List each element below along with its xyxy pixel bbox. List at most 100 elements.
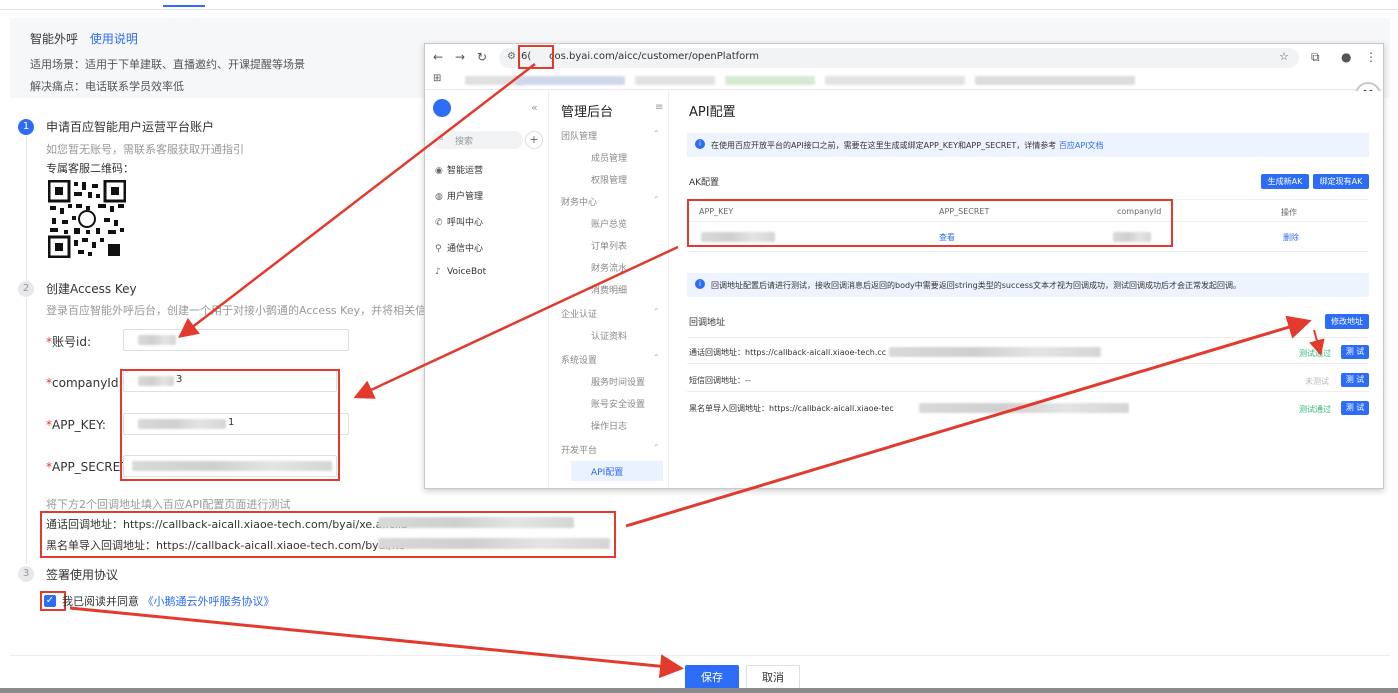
chat-icon: ◉ [435, 166, 443, 176]
sidebar-item-comm-center[interactable]: ⚲ 通信中心 [435, 241, 483, 254]
nav-group-certification[interactable]: 企业认证 [561, 307, 597, 320]
cb-row-sms: 短信回调地址：-- [689, 376, 751, 385]
delete-ak-link[interactable]: 删除 [1283, 232, 1299, 243]
back-icon[interactable]: ← [433, 50, 443, 64]
chevron-up-icon: ⌃ [653, 443, 660, 452]
menu-icon[interactable]: ≡ [655, 102, 663, 113]
callback-notice-banner: i 回调地址配置后请进行测试，接收回调消息后返回的body中需要返回string… [687, 273, 1369, 297]
chevron-up-icon: ⌃ [653, 129, 660, 138]
bind-ak-button[interactable]: 绑定现有AK [1313, 174, 1369, 189]
app-secret-label: *APP_SECRET: [46, 460, 131, 474]
step-1-hint: 如您暂无账号，需联系客服获取开通指引 [46, 143, 244, 156]
redacted-value [919, 403, 1129, 413]
cancel-button[interactable]: 取消 [746, 665, 800, 689]
reload-icon[interactable]: ↻ [477, 50, 487, 64]
address-bar[interactable]: ⚙ 6( cos.byai.com/aicc/customer/openPlat… [499, 48, 1299, 68]
notice-banner: i 在使用百应开放平台的API接口之前，需要在这里生成或绑定APP_KEY和AP… [687, 133, 1369, 157]
site-info-icon[interactable]: ⚙ [507, 51, 516, 62]
cb-status-call: 测试通过 [1299, 349, 1331, 358]
nav-group-dev[interactable]: 开发平台 [561, 443, 597, 456]
bottom-strip [0, 688, 1398, 693]
search-icon: ⌕ [439, 134, 445, 144]
test-sms-button[interactable]: 测 试 [1341, 373, 1369, 387]
chevron-up-icon: ⌃ [653, 353, 660, 362]
agreement-link[interactable]: 《小鹅通云外呼服务协议》 [143, 595, 275, 608]
redacted-bookmark [975, 76, 1135, 85]
bookmarks-bar: ⊞ [425, 70, 1383, 90]
nav-sub-api-config[interactable]: API配置 [571, 461, 663, 481]
phone-icon: ✆ [435, 218, 443, 228]
agree-text-row: 我已阅读并同意 《小鹅通云外呼服务协议》 [62, 593, 275, 609]
nav-group-finance[interactable]: 财务中心 [561, 195, 597, 208]
nav-sub-cert-docs[interactable]: 认证资料 [571, 325, 663, 345]
edit-callback-button[interactable]: 修改地址 [1325, 314, 1369, 329]
account-id-input[interactable] [123, 329, 349, 351]
apps-icon[interactable]: ⊞ [433, 73, 441, 84]
generate-ak-button[interactable]: 生成新AK [1261, 174, 1309, 189]
nav-sub-oplog[interactable]: 操作日志 [571, 415, 663, 435]
sidebar-item-voicebot[interactable]: ♪ VoiceBot [435, 267, 486, 277]
nav-sub-service-time[interactable]: 服务时间设置 [571, 371, 663, 391]
nav-sub-consumption[interactable]: 消费明细 [571, 279, 663, 299]
qr-code-image [47, 179, 127, 259]
admin-nav: 管理后台 ≡ 团队管理 ⌃ 成员管理 权限管理 财务中心 ⌃ 账户总览 订单列表… [549, 91, 669, 488]
content-title: API配置 [689, 105, 736, 120]
forward-icon[interactable]: → [455, 50, 465, 64]
company-id-label: *companyId: [46, 376, 123, 390]
step-2-badge: 2 [18, 281, 34, 297]
redacted-bookmark [825, 76, 965, 85]
redacted-bookmark [725, 76, 815, 85]
sidebar-item-smart-ops[interactable]: ◉ 智能运营 [435, 163, 483, 176]
step-1-title: 申请百应智能用户运营平台账户 [46, 120, 215, 134]
callback-divider [687, 391, 1369, 392]
app-sidebar: « ⌕ 搜索 + ◉ 智能运营 ◍ 用户管理 ✆ 呼叫中心 ⚲ 通信中心 ♪ VoiceB… [425, 91, 549, 488]
sidebar-item-call-center[interactable]: ✆ 呼叫中心 [435, 215, 483, 228]
arrow-checkbox-to-save [69, 606, 684, 679]
nav-sub-members[interactable]: 成员管理 [571, 147, 663, 167]
nav-group-team[interactable]: 团队管理 [561, 129, 597, 142]
nav-sub-orders[interactable]: 订单列表 [571, 235, 663, 255]
nav-sub-account-overview[interactable]: 账户总览 [571, 213, 663, 233]
save-button[interactable]: 保存 [685, 665, 739, 689]
profile-icon[interactable]: ● [1341, 50, 1351, 64]
step-2-hint: 登录百应智能外呼后台，创建一个用于对接小鹅通的Access Key，并将相关信息… [46, 304, 449, 317]
browser-toolbar: ← → ↻ ⚙ 6( cos.byai.com/aicc/customer/op… [425, 44, 1383, 70]
info-icon: i [695, 139, 705, 149]
browser-window: ← → ↻ ⚙ 6( cos.byai.com/aicc/customer/op… [424, 43, 1384, 489]
nav-sub-transactions[interactable]: 财务流水 [571, 257, 663, 277]
star-icon[interactable]: ☆ [1279, 50, 1289, 63]
redacted-value [889, 347, 1101, 357]
footer-divider [10, 655, 1390, 656]
add-button[interactable]: + [525, 131, 543, 149]
test-call-button[interactable]: 测 试 [1341, 345, 1369, 359]
nav-sub-security[interactable]: 账号安全设置 [571, 393, 663, 413]
step-connector [26, 136, 27, 282]
more-menu-icon[interactable]: ⋮ [1365, 50, 1377, 64]
extensions-icon[interactable]: ⧉ [1311, 50, 1320, 65]
url-text: cos.byai.com/aicc/customer/openPlatform [549, 51, 759, 62]
top-strip [0, 0, 1398, 10]
network-icon: ⚲ [435, 244, 442, 254]
api-doc-link[interactable]: 百应API文档 [1059, 141, 1104, 150]
highlight-box [687, 199, 1173, 247]
highlight-box [40, 511, 616, 558]
highlight-box [120, 369, 340, 481]
cb-status-blacklist: 测试通过 [1299, 405, 1331, 414]
agree-text: 我已阅读并同意 [62, 595, 139, 608]
info-icon: i [695, 279, 705, 289]
help-link[interactable]: 使用说明 [90, 32, 138, 46]
chevron-up-icon: ⌃ [653, 195, 660, 204]
nav-group-settings[interactable]: 系统设置 [561, 353, 597, 366]
nav-sub-permissions[interactable]: 权限管理 [571, 169, 663, 189]
mic-icon: ♪ [435, 267, 441, 277]
ak-section-title: AK配置 [689, 178, 720, 188]
sidebar-search[interactable]: ⌕ 搜索 [431, 131, 523, 149]
callback-divider [687, 363, 1369, 364]
cb-row-blacklist: 黑名单导入回调地址：https://callback-aicall.xiaoe-… [689, 404, 894, 413]
sidebar-item-users[interactable]: ◍ 用户管理 [435, 189, 483, 202]
qr-label: 专属客服二维码： [46, 162, 134, 175]
collapse-icon[interactable]: « [531, 101, 538, 114]
account-id-label: *账号id: [46, 335, 91, 349]
test-blacklist-button[interactable]: 测 试 [1341, 401, 1369, 415]
th-ops: 操作 [1281, 208, 1297, 217]
